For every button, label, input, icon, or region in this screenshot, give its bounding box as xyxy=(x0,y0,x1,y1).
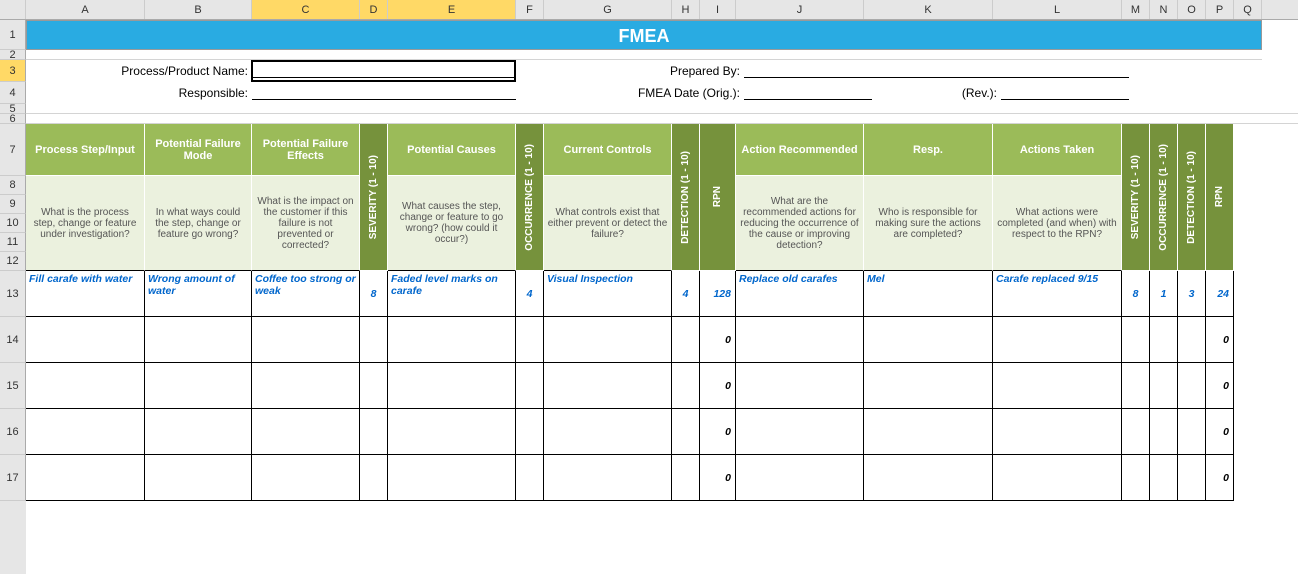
hdr-controls: Current Controls xyxy=(544,124,672,176)
form-row-2: Responsible: FMEA Date (Orig.): (Rev.): xyxy=(26,82,1298,104)
cell-rpn2[interactable]: 24 xyxy=(1206,271,1234,317)
cell-taken[interactable]: Carafe replaced 9/15 xyxy=(993,271,1122,317)
cell-severity[interactable]: 8 xyxy=(360,271,388,317)
table-row[interactable]: Fill carafe with water Wrong amount of w… xyxy=(26,271,1298,317)
label-responsible: Responsible: xyxy=(26,82,252,104)
col-header-D[interactable]: D xyxy=(360,0,388,19)
row-header-6[interactable]: 6 xyxy=(0,114,26,124)
cell-rpn2[interactable]: 0 xyxy=(1206,409,1234,455)
cell-resp[interactable]: Mel xyxy=(864,271,993,317)
cell-detection2[interactable]: 3 xyxy=(1178,271,1206,317)
col-header-C[interactable]: C xyxy=(252,0,360,19)
col-header-K[interactable]: K xyxy=(864,0,993,19)
table-row[interactable]: 00 xyxy=(26,409,1298,455)
col-header-I[interactable]: I xyxy=(700,0,736,19)
cell-rpn2[interactable]: 0 xyxy=(1206,363,1234,409)
cell-rpn[interactable]: 0 xyxy=(700,317,736,363)
cell-rpn[interactable]: 0 xyxy=(700,455,736,501)
input-fmea-date[interactable] xyxy=(744,82,872,100)
grid-area[interactable]: FMEA Process/Product Name: Prepared By: … xyxy=(26,20,1298,574)
form-row-1: Process/Product Name: Prepared By: xyxy=(26,60,1298,82)
cell-process-step[interactable]: Fill carafe with water xyxy=(26,271,145,317)
cell-action[interactable]: Replace old carafes xyxy=(736,271,864,317)
cell-rpn[interactable]: 128 xyxy=(700,271,736,317)
cell-controls[interactable]: Visual Inspection xyxy=(544,271,672,317)
label-fmea-date: FMEA Date (Orig.): xyxy=(516,82,744,104)
col-header-H[interactable]: H xyxy=(672,0,700,19)
row-header-4[interactable]: 4 xyxy=(0,82,26,104)
col-header-L[interactable]: L xyxy=(993,0,1122,19)
row-header-10[interactable]: 10 xyxy=(0,214,26,233)
label-prepared-by: Prepared By: xyxy=(516,60,744,82)
row-header-8[interactable]: 8 xyxy=(0,176,26,195)
row-header-15[interactable]: 15 xyxy=(0,363,26,409)
desc-causes: What causes the step, change or feature … xyxy=(388,176,516,271)
row-header-9[interactable]: 9 xyxy=(0,195,26,214)
desc-action: What are the recommended actions for red… xyxy=(736,176,864,271)
title-bar: FMEA xyxy=(26,20,1262,50)
label-rev: (Rev.): xyxy=(872,82,1001,104)
row-header-11[interactable]: 11 xyxy=(0,233,26,252)
row-header-3[interactable]: 3 xyxy=(0,60,26,82)
cell-rpn2[interactable]: 0 xyxy=(1206,455,1234,501)
desc-failure-effects: What is the impact on the customer if th… xyxy=(252,176,360,271)
table-desc-row: What is the process step, change or feat… xyxy=(26,176,1298,271)
hdr-process-step: Process Step/Input xyxy=(26,124,145,176)
col-header-M[interactable]: M xyxy=(1122,0,1150,19)
col-header-A[interactable]: A xyxy=(26,0,145,19)
desc-failure-mode: In what ways could the step, change or f… xyxy=(145,176,252,271)
desc-resp: Who is responsible for making sure the a… xyxy=(864,176,993,271)
col-header-F[interactable]: F xyxy=(516,0,544,19)
col-header-E[interactable]: E xyxy=(388,0,516,19)
col-header-N[interactable]: N xyxy=(1150,0,1178,19)
input-process-name[interactable] xyxy=(252,60,516,78)
cell-rpn2[interactable]: 0 xyxy=(1206,317,1234,363)
input-rev[interactable] xyxy=(1001,82,1129,100)
hdr-taken: Actions Taken xyxy=(993,124,1122,176)
col-header-G[interactable]: G xyxy=(544,0,672,19)
hdr-resp: Resp. xyxy=(864,124,993,176)
hdr-action: Action Recommended xyxy=(736,124,864,176)
table-row[interactable]: 00 xyxy=(26,317,1298,363)
table-row[interactable]: 00 xyxy=(26,455,1298,501)
col-header-P[interactable]: P xyxy=(1206,0,1234,19)
cell-severity2[interactable]: 8 xyxy=(1122,271,1150,317)
row-header-7[interactable]: 7 xyxy=(0,124,26,176)
cell-detection[interactable]: 4 xyxy=(672,271,700,317)
row-header-17[interactable]: 17 xyxy=(0,455,26,501)
cell-occurrence2[interactable]: 1 xyxy=(1150,271,1178,317)
table-row[interactable]: 00 xyxy=(26,363,1298,409)
table-header-row: Process Step/Input Potential Failure Mod… xyxy=(26,124,1298,176)
desc-process-step: What is the process step, change or feat… xyxy=(26,176,145,271)
row-header-1[interactable]: 1 xyxy=(0,20,26,50)
col-header-Q[interactable]: Q xyxy=(1234,0,1262,19)
cell-rpn[interactable]: 0 xyxy=(700,363,736,409)
row-header-13[interactable]: 13 xyxy=(0,271,26,317)
col-header-B[interactable]: B xyxy=(145,0,252,19)
input-prepared-by[interactable] xyxy=(744,60,1129,78)
row-header-12[interactable]: 12 xyxy=(0,252,26,271)
col-header-J[interactable]: J xyxy=(736,0,864,19)
spreadsheet[interactable]: A B C D E F G H I J K L M N O P Q 1 2 3 … xyxy=(0,0,1298,574)
cell-rpn[interactable]: 0 xyxy=(700,409,736,455)
cell-failure-mode[interactable]: Wrong amount of water xyxy=(145,271,252,317)
desc-taken: What actions were completed (and when) w… xyxy=(993,176,1122,271)
row-header-14[interactable]: 14 xyxy=(0,317,26,363)
hdr-causes: Potential Causes xyxy=(388,124,516,176)
hdr-failure-mode: Potential Failure Mode xyxy=(145,124,252,176)
column-header-row: A B C D E F G H I J K L M N O P Q xyxy=(0,0,1298,20)
cell-occurrence[interactable]: 4 xyxy=(516,271,544,317)
select-all-corner[interactable] xyxy=(0,0,26,19)
row-header-2[interactable]: 2 xyxy=(0,50,26,60)
cell-failure-effects[interactable]: Coffee too strong or weak xyxy=(252,271,360,317)
input-responsible[interactable] xyxy=(252,82,516,100)
col-header-O[interactable]: O xyxy=(1178,0,1206,19)
row-header-16[interactable]: 16 xyxy=(0,409,26,455)
row-header-column: 1 2 3 4 5 6 7 8 9 10 11 12 13 14 15 16 1… xyxy=(0,20,26,574)
desc-controls: What controls exist that either prevent … xyxy=(544,176,672,271)
cell-causes[interactable]: Faded level marks on carafe xyxy=(388,271,516,317)
hdr-failure-effects: Potential Failure Effects xyxy=(252,124,360,176)
label-process-name: Process/Product Name: xyxy=(26,60,252,82)
